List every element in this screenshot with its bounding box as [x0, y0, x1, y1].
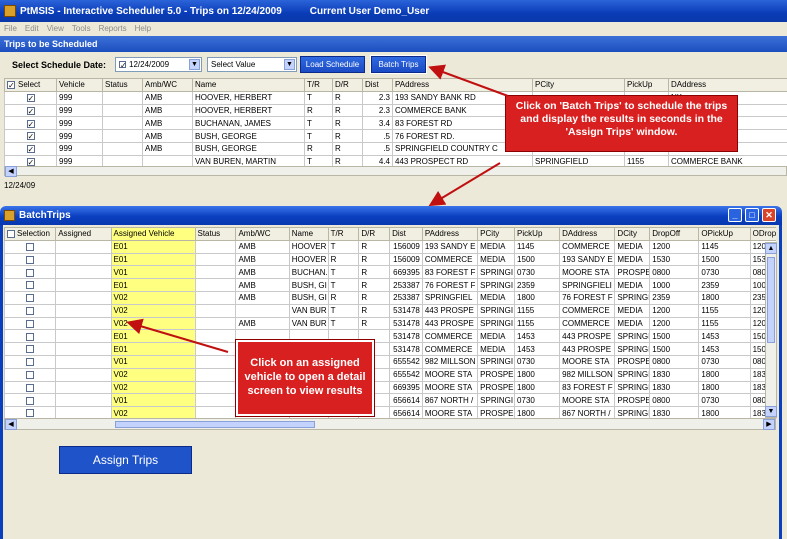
arrow-to-batch-window [428, 162, 501, 207]
arrow-to-assigned-vehicle [126, 318, 229, 353]
annotation-arrows [126, 64, 509, 353]
arrow-to-batch-button [428, 64, 509, 97]
